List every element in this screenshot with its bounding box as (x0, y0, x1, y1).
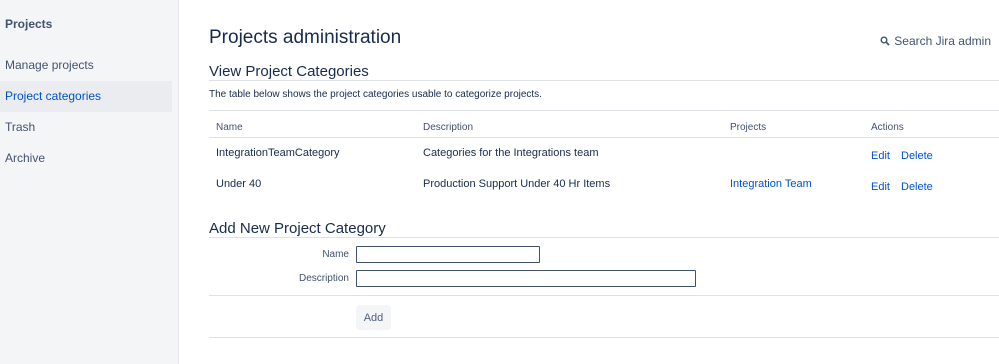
search-link-label: Search Jira admin (894, 34, 991, 48)
divider (209, 295, 999, 296)
category-description: Categories for the Integrations team (423, 147, 599, 159)
category-description-input[interactable] (356, 270, 696, 287)
delete-category-link[interactable]: Delete (901, 181, 933, 193)
page-title: Projects administration (209, 27, 402, 48)
sidebar-title: Projects (5, 17, 53, 31)
divider (209, 337, 999, 338)
table-header-divider (209, 137, 999, 138)
admin-sidebar: Projects Manage projects Project categor… (0, 0, 179, 364)
sidebar-item-project-categories[interactable]: Project categories (0, 81, 172, 112)
column-header-description: Description (423, 122, 474, 133)
category-description: Production Support Under 40 Hr Items (423, 178, 611, 190)
categories-intro: The table below shows the project catego… (209, 89, 542, 100)
sidebar-item-trash[interactable]: Trash (0, 112, 172, 143)
view-categories-heading: View Project Categories (209, 63, 369, 80)
edit-category-link[interactable]: Edit (871, 181, 890, 193)
search-jira-admin-link[interactable]: Search Jira admin (880, 34, 991, 48)
divider (209, 80, 999, 81)
description-field-label: Description (298, 273, 349, 284)
column-header-actions: Actions (871, 122, 904, 133)
sidebar-item-archive[interactable]: Archive (0, 143, 172, 174)
add-category-heading: Add New Project Category (209, 220, 386, 237)
category-name: IntegrationTeamCategory (216, 147, 340, 159)
column-header-name: Name (216, 122, 243, 133)
main-content: Projects administration Search Jira admi… (209, 0, 999, 364)
name-field-label: Name (322, 249, 349, 260)
category-projects-link[interactable]: Integration Team (730, 178, 812, 190)
column-header-projects: Projects (730, 122, 767, 133)
divider (209, 110, 999, 111)
add-category-button[interactable]: Add (356, 305, 391, 330)
category-name: Under 40 (216, 178, 262, 190)
sidebar-item-manage-projects[interactable]: Manage projects (0, 50, 172, 81)
edit-category-link[interactable]: Edit (871, 150, 890, 162)
search-icon (880, 36, 890, 46)
divider (209, 237, 999, 238)
delete-category-link[interactable]: Delete (901, 150, 933, 162)
category-name-input[interactable] (356, 246, 540, 263)
